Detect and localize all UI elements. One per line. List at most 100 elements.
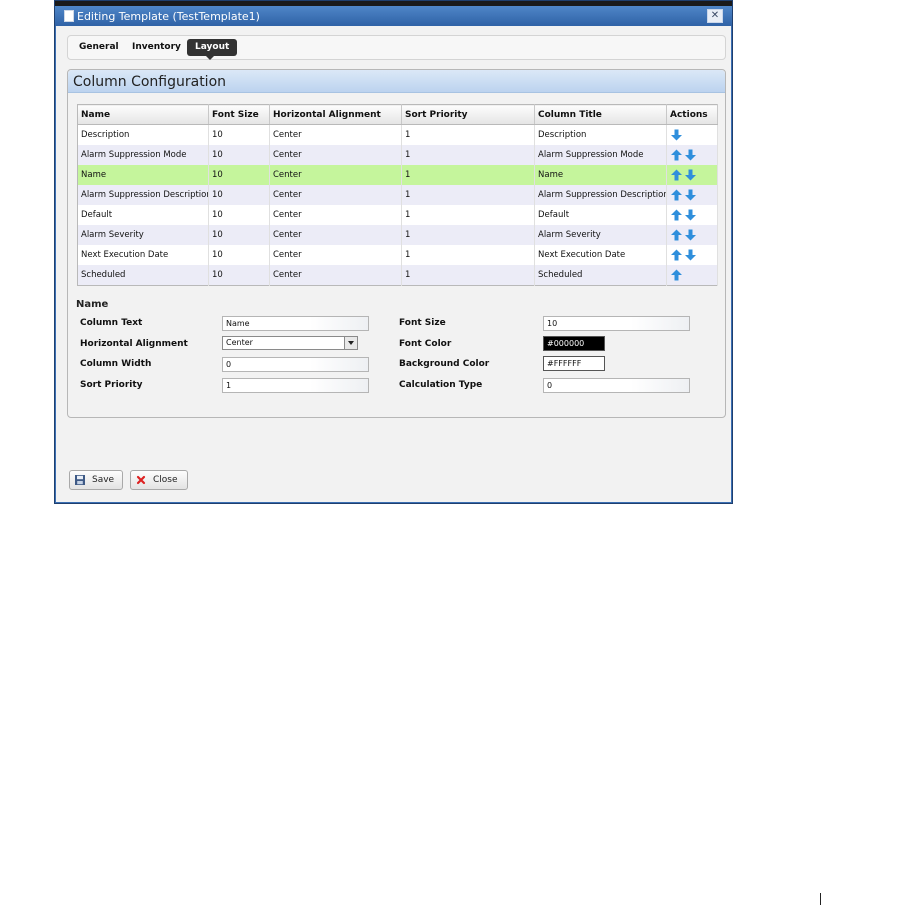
arrow-down-icon[interactable]	[684, 209, 697, 221]
arrow-down-icon[interactable]	[684, 249, 697, 261]
cell-column-title: Alarm Suppression Mode	[534, 145, 667, 165]
column-text-input[interactable]: Name	[222, 316, 369, 331]
sort-priority-input[interactable]: 1	[222, 378, 369, 393]
save-label: Save	[92, 475, 115, 485]
background-color-label: Background Color	[399, 359, 490, 369]
font-color-input[interactable]: #000000	[543, 336, 605, 351]
chevron-down-icon[interactable]	[344, 337, 357, 349]
arrow-down-icon[interactable]	[670, 129, 683, 141]
cell-font-size: 10	[208, 185, 270, 205]
arrow-up-icon[interactable]	[670, 269, 683, 281]
cell-actions	[666, 245, 718, 265]
red-x-icon	[136, 475, 146, 485]
cell-sort-priority: 1	[401, 165, 535, 185]
panel-header: Column Configuration	[68, 70, 725, 93]
cell-column-title: Next Execution Date	[534, 245, 667, 265]
table-row[interactable]: Default 10 Center 1 Default	[77, 205, 718, 225]
header-font-size[interactable]: Font Size	[208, 104, 270, 125]
arrow-up-icon[interactable]	[670, 249, 683, 261]
cell-actions	[666, 165, 718, 185]
cell-actions	[666, 265, 718, 286]
header-column-title[interactable]: Column Title	[534, 104, 667, 125]
arrow-up-icon[interactable]	[670, 189, 683, 201]
arrow-down-icon[interactable]	[684, 169, 697, 181]
arrow-down-icon[interactable]	[684, 189, 697, 201]
cell-name: Next Execution Date	[77, 245, 209, 265]
cell-alignment: Center	[269, 225, 402, 245]
horizontal-alignment-select[interactable]: Center	[222, 336, 358, 350]
table-row[interactable]: Name 10 Center 1 Name	[77, 165, 718, 185]
cell-sort-priority: 1	[401, 185, 535, 205]
tab-inventory[interactable]: Inventory	[124, 39, 189, 56]
column-text-label: Column Text	[80, 318, 143, 328]
close-button[interactable]: Close	[130, 470, 188, 490]
header-name[interactable]: Name	[77, 104, 209, 125]
cell-sort-priority: 1	[401, 145, 535, 165]
font-color-label: Font Color	[399, 339, 452, 349]
table-row[interactable]: Next Execution Date 10 Center 1 Next Executi…	[77, 245, 718, 265]
column-width-label: Column Width	[80, 359, 152, 369]
arrow-down-icon[interactable]	[684, 149, 697, 161]
cell-alignment: Center	[269, 205, 402, 225]
close-icon[interactable]: ✕	[707, 9, 723, 23]
column-configuration-panel: Column Configuration Name Font Size Hori…	[67, 69, 726, 418]
table-row[interactable]: Alarm Suppression Mode 10 Center 1 Alarm Sup…	[77, 145, 718, 165]
table-row[interactable]: Description 10 Center 1 Description	[77, 124, 718, 145]
cell-alignment: Center	[269, 145, 402, 165]
cell-name: Description	[77, 124, 209, 145]
arrow-up-icon[interactable]	[670, 229, 683, 241]
header-actions: Actions	[666, 104, 718, 125]
dialog-titlebar: Editing Template (TestTemplate1) ✕	[55, 6, 732, 26]
page-margin-mark	[820, 893, 821, 905]
column-table: Name Font Size Horizontal Alignment Sort…	[77, 104, 718, 286]
cell-sort-priority: 1	[401, 225, 535, 245]
header-horizontal-alignment[interactable]: Horizontal Alignment	[269, 104, 402, 125]
table-header-row: Name Font Size Horizontal Alignment Sort…	[77, 104, 718, 125]
cell-name: Alarm Suppression Mode	[77, 145, 209, 165]
table-row[interactable]: Alarm Severity 10 Center 1 Alarm Severity	[77, 225, 718, 245]
tab-layout[interactable]: Layout	[187, 39, 238, 60]
detail-section-title: Name	[76, 299, 109, 310]
font-size-input[interactable]: 10	[543, 316, 690, 331]
background-color-input[interactable]: #FFFFFF	[543, 356, 605, 371]
close-label: Close	[153, 475, 178, 485]
cell-alignment: Center	[269, 124, 402, 145]
header-sort-priority[interactable]: Sort Priority	[401, 104, 535, 125]
arrow-up-icon[interactable]	[670, 149, 683, 161]
dialog-title: Editing Template (TestTemplate1)	[77, 10, 260, 23]
tab-general[interactable]: General	[71, 39, 127, 56]
table-row[interactable]: Scheduled 10 Center 1 Scheduled	[77, 265, 718, 286]
column-width-input[interactable]: 0	[222, 357, 369, 372]
tab-bar: General Inventory Layout	[67, 35, 726, 60]
cell-font-size: 10	[208, 205, 270, 225]
cell-font-size: 10	[208, 165, 270, 185]
cell-actions	[666, 185, 718, 205]
table-row[interactable]: Alarm Suppression Description 10 Center 1 Al…	[77, 185, 718, 205]
cell-name: Name	[77, 165, 209, 185]
cell-name: Scheduled	[77, 265, 209, 286]
arrow-up-icon[interactable]	[670, 169, 683, 181]
cell-font-size: 10	[208, 245, 270, 265]
dialog-body: General Inventory Layout Column Configur…	[56, 26, 731, 502]
cell-column-title: Alarm Severity	[534, 225, 667, 245]
arrow-down-icon[interactable]	[684, 229, 697, 241]
floppy-disk-icon	[75, 475, 85, 485]
cell-name: Alarm Severity	[77, 225, 209, 245]
cell-column-title: Alarm Suppression Description	[534, 185, 667, 205]
save-button[interactable]: Save	[69, 470, 123, 490]
font-size-label: Font Size	[399, 318, 446, 328]
cell-column-title: Name	[534, 165, 667, 185]
cell-name: Alarm Suppression Description	[77, 185, 209, 205]
cell-font-size: 10	[208, 124, 270, 145]
cell-actions	[666, 145, 718, 165]
editing-template-dialog: Editing Template (TestTemplate1) ✕ Gener…	[54, 0, 733, 504]
cell-sort-priority: 1	[401, 265, 535, 286]
arrow-up-icon[interactable]	[670, 209, 683, 221]
calculation-type-input[interactable]: 0	[543, 378, 690, 393]
cell-alignment: Center	[269, 165, 402, 185]
cell-alignment: Center	[269, 245, 402, 265]
horizontal-alignment-label: Horizontal Alignment	[80, 339, 188, 349]
cell-column-title: Scheduled	[534, 265, 667, 286]
cell-actions	[666, 205, 718, 225]
cell-sort-priority: 1	[401, 124, 535, 145]
